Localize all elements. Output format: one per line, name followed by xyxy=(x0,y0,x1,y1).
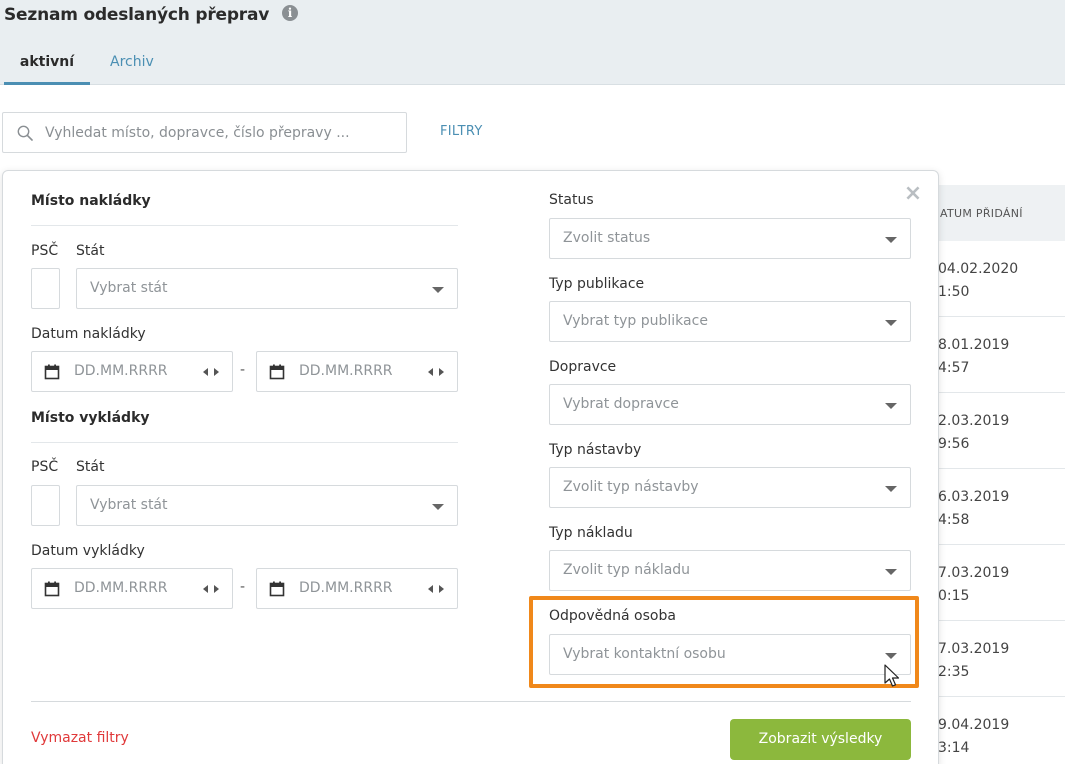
show-results-button[interactable]: Zobrazit výsledky xyxy=(730,719,911,760)
unloading-date-to-placeholder: DD.MM.RRRR xyxy=(299,580,393,596)
calendar-icon xyxy=(269,581,285,597)
row-time: 4:58 xyxy=(938,512,970,528)
divider xyxy=(31,701,911,702)
table-row[interactable]: 04.02.2020 1:50 xyxy=(938,241,1065,317)
row-date: 8.01.2019 xyxy=(938,337,1010,353)
table-row[interactable]: 7.03.2019 0:15 xyxy=(938,545,1065,621)
clear-filters-link[interactable]: Vymazat filtry xyxy=(31,730,129,746)
loading-date-from[interactable]: DD.MM.RRRR xyxy=(31,351,233,392)
filters-toggle-link[interactable]: FILTRY xyxy=(440,124,483,139)
calendar-icon xyxy=(269,364,285,380)
loading-country-select[interactable]: Vybrat stát xyxy=(76,268,458,309)
cargo-type-placeholder: Zvolit typ nákladu xyxy=(563,562,691,578)
carrier-label: Dopravce xyxy=(549,359,617,375)
chevron-down-icon xyxy=(885,320,897,326)
row-date: 9.04.2019 xyxy=(938,717,1010,733)
date-range-separator: - xyxy=(240,362,246,378)
table-row[interactable]: 6.03.2019 4:58 xyxy=(938,469,1065,545)
body-type-label: Typ nástavby xyxy=(549,442,642,458)
tab-active[interactable]: aktivní xyxy=(4,54,90,85)
unloading-date-label: Datum vykládky xyxy=(31,543,145,559)
loading-place-title: Místo nakládky xyxy=(31,193,151,209)
loading-country-placeholder: Vybrat stát xyxy=(90,280,168,296)
chevron-down-icon xyxy=(885,486,897,492)
row-time: 3:14 xyxy=(938,740,970,756)
row-date: 2.03.2019 xyxy=(938,413,1010,429)
results-table: ATUM PŘIDÁNÍ 04.02.2020 1:50 8.01.2019 4:5… xyxy=(938,185,1065,764)
tab-archive[interactable]: Archiv xyxy=(110,54,154,70)
chevron-down-icon xyxy=(885,237,897,243)
carrier-placeholder: Vybrat dopravce xyxy=(563,396,679,412)
body-type-placeholder: Zvolit typ nástavby xyxy=(563,479,699,495)
spinner-arrows-icon[interactable] xyxy=(427,366,445,378)
row-time: 9:56 xyxy=(938,436,970,452)
loading-country-label: Stát xyxy=(76,243,105,259)
cargo-type-label: Typ nákladu xyxy=(549,525,633,541)
row-time: 0:15 xyxy=(938,588,970,604)
page-header: Seznam odeslaných přeprav i aktivní Arch… xyxy=(0,0,1065,85)
row-date: 7.03.2019 xyxy=(938,641,1010,657)
table-row[interactable]: 7.03.2019 2:35 xyxy=(938,621,1065,697)
loading-psc-label: PSČ xyxy=(31,243,59,259)
table-row[interactable]: 9.04.2019 3:14 xyxy=(938,697,1065,764)
calendar-icon xyxy=(44,581,60,597)
unloading-psc-label: PSČ xyxy=(31,459,59,475)
divider xyxy=(31,225,458,226)
loading-date-label: Datum nakládky xyxy=(31,326,146,342)
spinner-arrows-icon[interactable] xyxy=(427,583,445,595)
search-input[interactable] xyxy=(45,113,400,152)
row-date: 7.03.2019 xyxy=(938,565,1010,581)
info-icon[interactable]: i xyxy=(282,5,298,21)
highlight-frame xyxy=(529,596,919,688)
table-row[interactable]: 8.01.2019 4:57 xyxy=(938,317,1065,393)
loading-date-to[interactable]: DD.MM.RRRR xyxy=(256,351,458,392)
publication-type-label: Typ publikace xyxy=(549,276,645,292)
row-time: 1:50 xyxy=(938,284,970,300)
unloading-date-to[interactable]: DD.MM.RRRR xyxy=(256,568,458,609)
status-select[interactable]: Zvolit status xyxy=(549,218,911,259)
cargo-type-select[interactable]: Zvolit typ nákladu xyxy=(549,550,911,591)
chevron-down-icon xyxy=(885,403,897,409)
body-type-select[interactable]: Zvolit typ nástavby xyxy=(549,467,911,508)
unloading-country-select[interactable]: Vybrat stát xyxy=(76,485,458,526)
divider xyxy=(31,442,458,443)
column-header-date-added[interactable]: ATUM PŘIDÁNÍ xyxy=(938,185,1065,241)
loading-date-from-placeholder: DD.MM.RRRR xyxy=(74,363,168,379)
unloading-date-from-placeholder: DD.MM.RRRR xyxy=(74,580,168,596)
calendar-icon xyxy=(44,364,60,380)
status-placeholder: Zvolit status xyxy=(563,230,651,246)
row-date: 6.03.2019 xyxy=(938,489,1010,505)
page-title: Seznam odeslaných přeprav xyxy=(4,5,270,25)
unloading-country-placeholder: Vybrat stát xyxy=(90,497,168,513)
mouse-cursor-icon xyxy=(884,664,900,687)
publication-type-select[interactable]: Vybrat typ publikace xyxy=(549,301,911,342)
spinner-arrows-icon[interactable] xyxy=(202,366,220,378)
unloading-country-label: Stát xyxy=(76,459,105,475)
chevron-down-icon xyxy=(432,504,444,510)
chevron-down-icon xyxy=(432,287,444,293)
table-row[interactable]: 2.03.2019 9:56 xyxy=(938,393,1065,469)
row-time: 2:35 xyxy=(938,664,970,680)
unloading-psc-input[interactable] xyxy=(31,485,60,526)
status-label: Status xyxy=(549,192,594,208)
unloading-place-title: Místo vykládky xyxy=(31,410,150,426)
carrier-select[interactable]: Vybrat dopravce xyxy=(549,384,911,425)
close-icon[interactable]: × xyxy=(902,183,924,205)
search-icon xyxy=(17,125,33,141)
chevron-down-icon xyxy=(885,569,897,575)
row-time: 4:57 xyxy=(938,360,970,376)
loading-psc-input[interactable] xyxy=(31,268,60,309)
date-range-separator: - xyxy=(240,579,246,595)
publication-type-placeholder: Vybrat typ publikace xyxy=(563,313,708,329)
unloading-date-from[interactable]: DD.MM.RRRR xyxy=(31,568,233,609)
spinner-arrows-icon[interactable] xyxy=(202,583,220,595)
loading-date-to-placeholder: DD.MM.RRRR xyxy=(299,363,393,379)
row-date: 04.02.2020 xyxy=(938,261,1019,277)
search-box xyxy=(2,112,407,153)
